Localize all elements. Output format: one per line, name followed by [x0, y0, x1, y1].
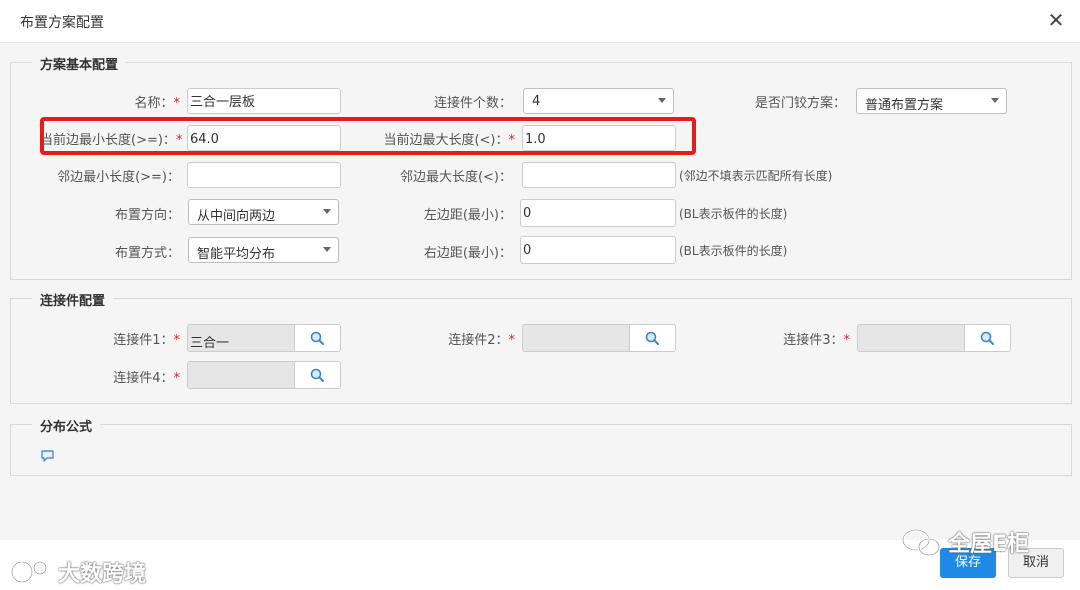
- connector-config-legend: 连接件配置: [32, 290, 114, 309]
- connector-2-search-button[interactable]: [630, 324, 676, 352]
- search-icon: [310, 331, 324, 345]
- formula-fieldset: [10, 424, 1072, 476]
- connector-4-field[interactable]: [187, 361, 295, 389]
- weibo-logo-icon: [10, 560, 48, 584]
- basic-config-legend: 方案基本配置: [32, 54, 127, 73]
- right-margin-label: 右边距(最小)：: [423, 246, 512, 261]
- connector-3-field[interactable]: [857, 324, 965, 352]
- direction-select[interactable]: 从中间向两边: [188, 199, 339, 225]
- connector-1-field[interactable]: 三合一: [187, 324, 295, 352]
- adjacent-max-length-input[interactable]: [522, 162, 676, 188]
- search-icon: [310, 368, 324, 382]
- connector-3-search-button[interactable]: [965, 324, 1011, 352]
- name-label: 名称：*: [134, 96, 180, 111]
- left-margin-label: 左边距(最小)：: [423, 208, 512, 223]
- connector-count-select[interactable]: 4: [523, 88, 674, 114]
- watermark-right-text: 全屋E柜: [948, 532, 1030, 557]
- search-icon: [645, 331, 659, 345]
- watermark-right: 全屋E柜: [898, 526, 1029, 558]
- door-hinge-label: 是否门铰方案：: [754, 96, 846, 111]
- formula-legend: 分布公式: [32, 416, 101, 435]
- watermark-left: 大数跨境: [8, 556, 146, 588]
- connector-1-label: 连接件1：*: [113, 333, 180, 348]
- adjacent-max-hint: (邻边不填表示匹配所有长度): [679, 169, 833, 183]
- name-input[interactable]: 三合一层板: [187, 88, 341, 114]
- connector-2-label: 连接件2：*: [448, 333, 515, 348]
- method-label: 布置方式：: [114, 246, 180, 261]
- search-icon: [980, 331, 994, 345]
- dialog-title: 布置方案配置: [20, 15, 104, 31]
- comment-icon[interactable]: [40, 449, 56, 463]
- close-icon[interactable]: ✕: [1046, 9, 1066, 31]
- left-margin-hint: (BL表示板件的长度): [679, 207, 788, 221]
- connector-count-label: 连接件个数：: [433, 96, 512, 111]
- connector-3-label: 连接件3：*: [783, 333, 850, 348]
- caret-down-icon: [323, 209, 331, 214]
- adjacent-max-length-label: 邻边最大长度(<)：: [399, 170, 512, 185]
- caret-down-icon: [658, 98, 666, 103]
- connector-4-search-button[interactable]: [295, 361, 341, 389]
- right-margin-hint: (BL表示板件的长度): [679, 244, 788, 258]
- connector-2-field[interactable]: [522, 324, 630, 352]
- direction-label: 布置方向：: [114, 208, 180, 223]
- left-margin-input[interactable]: 0: [520, 199, 676, 227]
- adjacent-min-length-input[interactable]: [187, 162, 341, 188]
- highlight-box: [40, 117, 696, 155]
- right-margin-input[interactable]: 0: [520, 236, 676, 264]
- method-select[interactable]: 智能平均分布: [188, 237, 339, 263]
- caret-down-icon: [991, 98, 999, 103]
- dialog-titlebar: [0, 0, 1080, 43]
- door-hinge-select[interactable]: 普通布置方案: [856, 88, 1007, 114]
- connector-4-label: 连接件4：*: [113, 371, 180, 386]
- wechat-logo-icon: [901, 528, 941, 557]
- adjacent-min-length-label: 邻边最小长度(>=)：: [57, 170, 180, 185]
- connector-1-search-button[interactable]: [295, 324, 341, 352]
- caret-down-icon: [323, 247, 331, 252]
- watermark-left-text: 大数跨境: [58, 562, 147, 587]
